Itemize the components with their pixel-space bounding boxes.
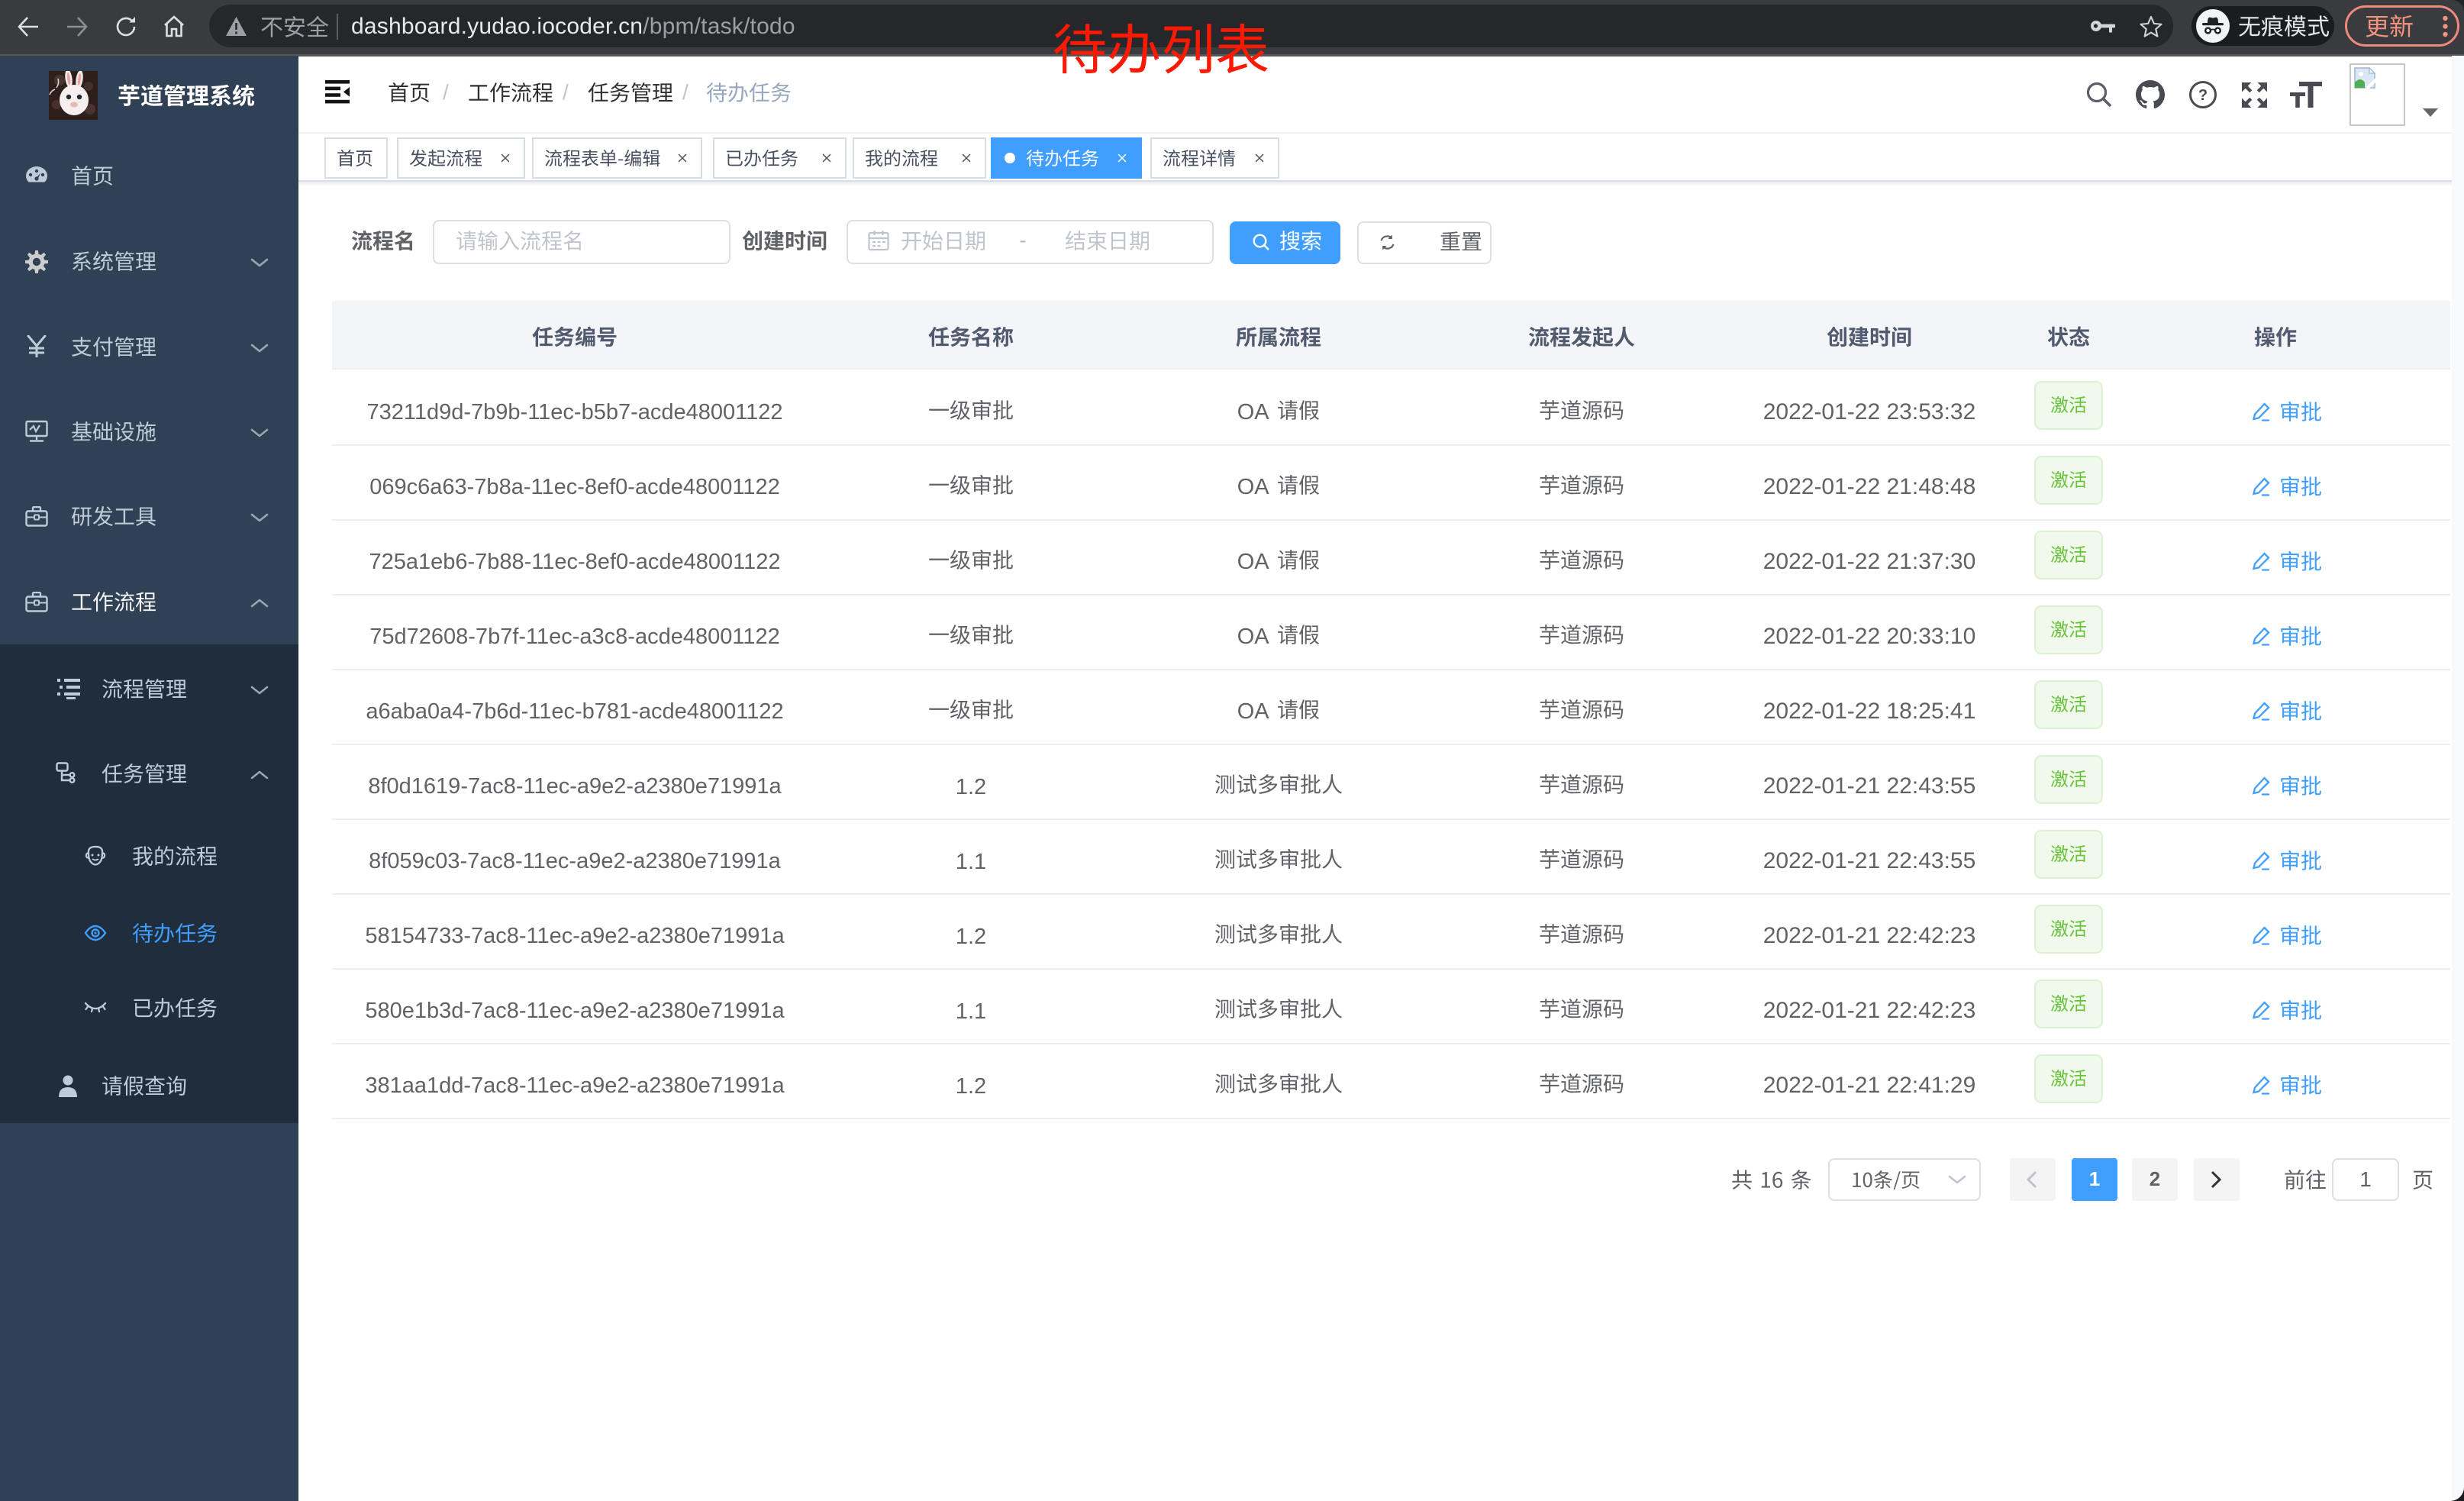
svg-text:?: ? (2198, 87, 2208, 104)
